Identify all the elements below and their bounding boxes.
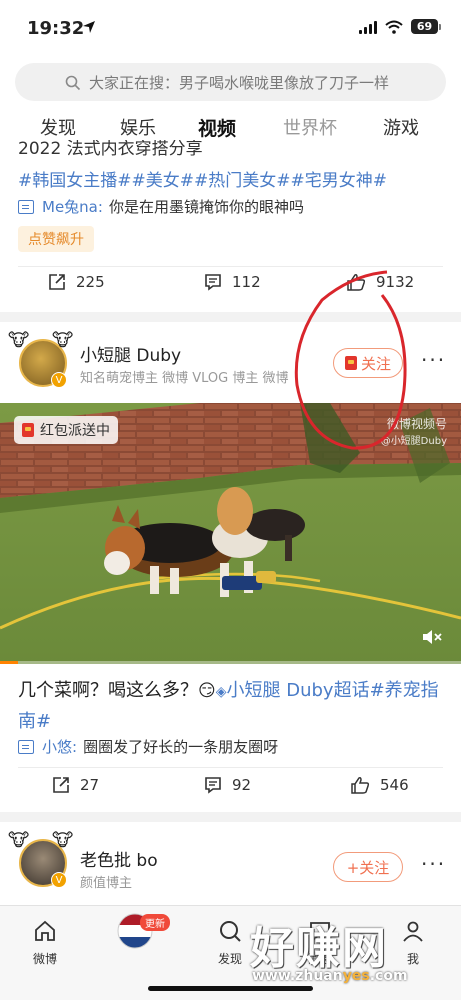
red-packet-promo-tag[interactable]: 红包派送中 xyxy=(14,416,118,444)
watermark-url-highlight: yes xyxy=(342,968,370,984)
battery-level: 69 xyxy=(411,19,438,34)
watermark-url-suffix: .com xyxy=(369,968,408,984)
tab-home[interactable]: 微博 xyxy=(10,916,80,967)
header: 大家正在搜：男子喝水喉咙里像放了刀子一样 发现 娱乐 视频 世界杯 游戏 xyxy=(0,60,461,152)
card1-hot-comment[interactable]: Me兔na: 你是在用墨镜掩饰你的眼神吗 xyxy=(18,196,304,217)
comment-count: 112 xyxy=(232,273,261,291)
more-options-icon[interactable]: ··· xyxy=(421,348,446,372)
wifi-icon xyxy=(385,20,403,34)
like-button[interactable]: 546 xyxy=(350,776,409,794)
emoji-icon: 😏 xyxy=(198,681,216,701)
author-name[interactable]: 老色批 bo xyxy=(80,846,158,871)
avatar-frame-decoration-right: 🐮 xyxy=(52,830,74,851)
battery-icon: 69 xyxy=(411,19,441,34)
red-packet-icon xyxy=(22,423,34,437)
feed-card-3[interactable]: 🐮 🐮 V 老色批 bo 颜值博主 +关注 ··· xyxy=(0,822,461,912)
repost-count: 225 xyxy=(76,273,105,291)
card1-hashtags[interactable]: #韩国女主播##美女##热门美女##宅男女神# xyxy=(18,166,387,191)
site-watermark: 好赚网 www.zhuanyes.com xyxy=(250,912,450,992)
post-body: 几个菜啊？喝这么多？ xyxy=(18,680,198,701)
video-progress-bar[interactable] xyxy=(0,661,461,664)
divider xyxy=(18,767,443,768)
author-name[interactable]: 小短腿 Duby xyxy=(80,341,181,366)
comment-bubble-icon xyxy=(18,739,34,754)
follow-button[interactable]: +关注 xyxy=(333,852,403,882)
card2-comment-text: 圈圈发了好长的一条朋友圈呀 xyxy=(83,738,279,756)
search-placeholder: 大家正在搜：男子喝水喉咙里像放了刀子一样 xyxy=(89,73,390,92)
cellular-signal-icon xyxy=(359,20,377,34)
comment-count: 92 xyxy=(232,776,252,794)
like-count: 546 xyxy=(380,776,409,794)
tab-video[interactable]: 视频 xyxy=(198,114,236,141)
netherlands-flag-icon: 更新 xyxy=(100,913,170,949)
tab-games[interactable]: 游戏 xyxy=(383,114,419,140)
watermark-url-prefix: www.zhuan xyxy=(252,968,343,984)
comment-icon xyxy=(205,777,221,794)
search-bar[interactable]: 大家正在搜：男子喝水喉咙里像放了刀子一样 xyxy=(15,63,446,101)
annotation-circle xyxy=(294,270,407,450)
search-icon xyxy=(65,75,81,91)
tab-video-feed[interactable]: 更新 xyxy=(100,913,170,949)
comment-button[interactable]: 112 xyxy=(204,273,261,291)
card1-comment-user[interactable]: Me兔na: xyxy=(42,196,103,217)
repost-button[interactable]: 27 xyxy=(52,776,99,794)
repost-count: 27 xyxy=(80,776,100,794)
tab-discover[interactable]: 发现 xyxy=(40,114,76,140)
status-time: 19:32 xyxy=(27,18,85,39)
card2-actions: 27 92 546 xyxy=(0,776,461,806)
post-text[interactable]: 几个菜啊？喝这么多？😏◈小短腿 Duby超话#养宠指南# xyxy=(18,676,448,736)
tab-entertainment[interactable]: 娱乐 xyxy=(120,114,156,140)
card2-comment-user[interactable]: 小悠: xyxy=(42,736,77,757)
update-badge: 更新 xyxy=(140,914,170,931)
watermark-title: 好赚网 xyxy=(250,923,388,974)
comment-button[interactable]: 92 xyxy=(204,776,251,794)
comment-bubble-icon xyxy=(18,199,34,214)
card1-title: 2022 法式内衣穿搭分享 xyxy=(18,140,203,159)
avatar-frame-decoration-right: 🐮 xyxy=(52,330,74,351)
comment-icon xyxy=(205,274,221,291)
mute-icon[interactable] xyxy=(421,628,443,650)
location-arrow-icon xyxy=(82,20,96,38)
video-tag-label: 红包派送中 xyxy=(40,423,110,439)
repost-icon xyxy=(49,274,65,290)
watermark-url: www.zhuanyes.com xyxy=(252,968,408,984)
card1-comment-text: 你是在用墨镜掩饰你的眼神吗 xyxy=(108,198,304,216)
thumbs-up-icon xyxy=(351,777,370,794)
tab-home-label: 微博 xyxy=(32,952,57,966)
card2-hot-comment[interactable]: 小悠: 圈圈发了好长的一条朋友圈呀 xyxy=(18,736,278,757)
author-description: 颜值博主 xyxy=(80,876,133,891)
trending-badge: 点赞飙升 xyxy=(18,226,94,252)
repost-button[interactable]: 225 xyxy=(48,273,105,291)
verified-badge-icon: V xyxy=(51,372,67,388)
repost-icon xyxy=(53,777,69,793)
status-indicators: 69 xyxy=(359,19,441,34)
home-icon xyxy=(10,916,80,946)
more-options-icon[interactable]: ··· xyxy=(421,852,446,876)
divider xyxy=(18,266,443,267)
tab-world-cup[interactable]: 世界杯 xyxy=(283,114,337,140)
super-topic-icon: ◈ xyxy=(215,684,227,700)
author-description: 知名萌宠博主 微博 VLOG 博主 微博 xyxy=(80,371,289,386)
verified-badge-icon: V xyxy=(51,872,67,888)
status-bar: 19:32 69 xyxy=(0,0,461,60)
